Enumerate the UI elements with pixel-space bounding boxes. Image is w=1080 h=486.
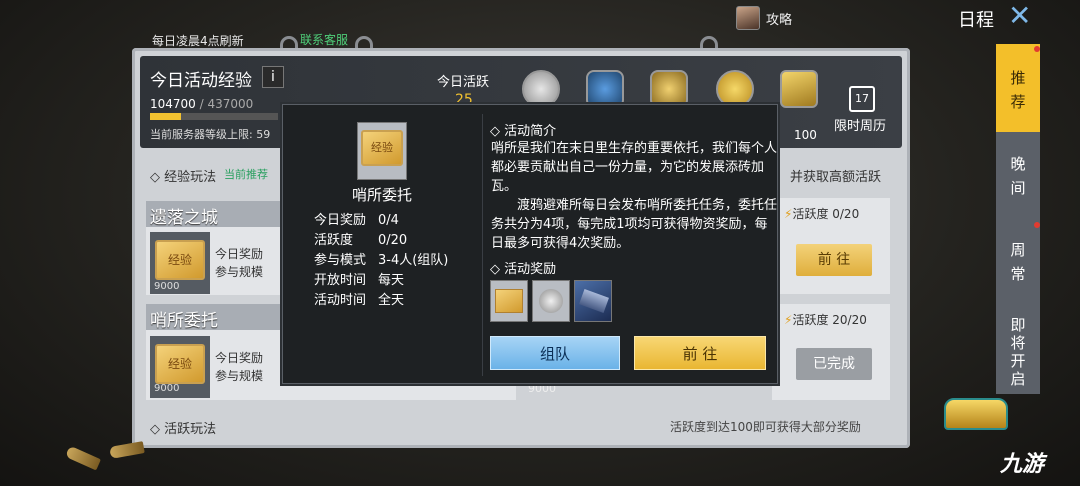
calendar-icon[interactable]: 17 <box>849 86 875 112</box>
activity-name: 哨所委托 <box>351 186 412 204</box>
detail-key: 今日奖励 <box>314 213 367 228</box>
ticket-count: 9000 <box>154 383 180 394</box>
weekly-calendar-link[interactable]: 限时周历 <box>834 115 886 134</box>
avatar <box>736 6 760 30</box>
detail-values: 0/4 0/20 3-4人(组队) 每天 全天 <box>378 211 448 311</box>
silver-coin-icon[interactable] <box>532 280 570 322</box>
gold-coin-icon[interactable] <box>716 70 754 108</box>
scale-label: 参与规模 <box>215 369 264 383</box>
exp-ticket-icon: 经验 <box>155 240 205 280</box>
tab-upcoming[interactable]: 即 将 开 启 <box>996 310 1040 394</box>
energy-icon[interactable] <box>586 70 624 108</box>
refresh-notice: 每日凌晨4点刷新 <box>152 34 244 48</box>
reward-title-text: 活动奖励 <box>504 262 557 277</box>
treasure-chest-icon[interactable] <box>944 398 1008 430</box>
section-title-text: 活跃玩法 <box>164 422 217 437</box>
guide-button[interactable]: 攻略 <box>736 4 792 32</box>
intro-title-text: 活动简介 <box>504 124 557 139</box>
info-icon[interactable]: i <box>262 66 284 88</box>
active-progress-text: 活跃度 0/20 <box>792 207 860 221</box>
intro-title: ◇ 活动简介 <box>490 124 557 139</box>
detail-value: 全天 <box>378 293 405 308</box>
tab-label: 推 荐 <box>1010 69 1026 111</box>
card-title: 哨所委托 <box>150 311 218 331</box>
badge-icon[interactable] <box>650 70 688 108</box>
divider <box>482 114 483 376</box>
completed-button: 已完成 <box>796 348 872 380</box>
detail-value: 每天 <box>378 273 405 288</box>
detail-keys: 今日奖励 活跃度 参与模式 开放时间 活动时间 <box>314 211 366 311</box>
tab-recommended[interactable]: 推 荐 <box>996 44 1040 132</box>
today-active-label: 今日活跃 <box>437 75 490 90</box>
active-progress: ⚡活跃度 0/20 <box>784 205 859 222</box>
customer-service-link[interactable]: 联系客服 <box>300 31 348 48</box>
section-title-text: 经验玩法 <box>164 170 217 185</box>
detail-key: 参与模式 <box>314 253 367 268</box>
detail-value: 3-4人(组队) <box>378 253 449 268</box>
vehicle-icon <box>579 289 609 313</box>
exp-max: 437000 <box>207 97 254 111</box>
detail-value: 0/4 <box>378 213 399 228</box>
notification-dot <box>1034 46 1040 52</box>
guide-label: 攻略 <box>766 12 793 28</box>
gold-bars-icon[interactable] <box>780 70 818 108</box>
detail-key: 开放时间 <box>314 273 367 288</box>
exp-counter: 104700 / 437000 <box>150 97 253 111</box>
go-button[interactable]: 前 往 <box>796 244 872 276</box>
tab-label: 晚 间 <box>1010 155 1026 197</box>
page-title: 日程 <box>958 10 994 31</box>
exp-ticket-icon <box>495 289 523 313</box>
card-title: 遗落之城 <box>150 208 218 228</box>
active-progress-text: 活跃度 20/20 <box>792 313 867 327</box>
reward-label: 今日奖励 <box>215 351 264 365</box>
detail-key: 活跃度 <box>314 233 354 248</box>
watermark-logo: 九游 <box>1000 452 1045 477</box>
exp-ticket-icon[interactable] <box>490 280 528 322</box>
exp-ticket-icon: 经验 <box>361 130 403 166</box>
exp-current: 104700 <box>150 97 196 111</box>
detail-key: 活动时间 <box>314 293 367 308</box>
team-button[interactable]: 组队 <box>490 336 620 370</box>
exp-progress-fill <box>150 113 181 120</box>
close-icon[interactable]: ✕ <box>1008 2 1031 30</box>
recommend-badge: 当前推荐 <box>224 168 268 181</box>
section-title-active: ◇ 活跃玩法 <box>150 422 217 437</box>
tab-weekly[interactable]: 周 常 <box>996 224 1040 308</box>
reward-title: ◇ 活动奖励 <box>490 262 557 277</box>
intro-paragraph: 渡鸦避难所每日会发布哨所委托任务，委托任务共分为4项，每完成1项均可获得物资奖励… <box>491 198 778 251</box>
exp-ticket-icon: 经验 <box>155 344 205 384</box>
tab-evening[interactable]: 晚 间 <box>996 136 1040 222</box>
detail-value: 0/20 <box>378 233 408 248</box>
intro-paragraph: 哨所是我们在末日里生存的重要依托，我们每个人都必要贡献出自己一份力量，为它的发展… <box>491 141 778 194</box>
bullet-icon <box>109 441 145 459</box>
bullet-icon <box>65 445 101 471</box>
vehicle-icon[interactable] <box>574 280 612 322</box>
exp-title: 今日活动经验 <box>150 71 252 91</box>
tab-label: 即 将 开 启 <box>1010 316 1026 388</box>
tab-label: 周 常 <box>1010 241 1026 283</box>
go-button[interactable]: 前 往 <box>634 336 766 370</box>
server-level-limit: 当前服务器等级上限: 59 <box>150 128 271 141</box>
ticket-count: 9000 <box>154 281 180 292</box>
notification-dot <box>1034 222 1040 228</box>
exp-separator: / <box>195 97 208 111</box>
high-active-hint: 并获取高额活跃 <box>790 170 882 185</box>
scale-label: 参与规模 <box>215 265 264 279</box>
active-progress: ⚡活跃度 20/20 <box>784 311 867 328</box>
reward-label: 今日奖励 <box>215 247 264 261</box>
exp-progress-bar <box>150 113 278 120</box>
silver-coin-icon[interactable] <box>522 70 560 108</box>
schedule-sidebar: 推 荐 晚 间 周 常 即 将 开 启 <box>996 44 1040 394</box>
section-title-exp: ◇ 经验玩法 <box>150 170 217 185</box>
active-tip: 活跃度到达100即可获得大部分奖励 <box>670 420 861 434</box>
silver-coin-icon <box>539 289 563 313</box>
reward-threshold: 100 <box>794 128 817 142</box>
